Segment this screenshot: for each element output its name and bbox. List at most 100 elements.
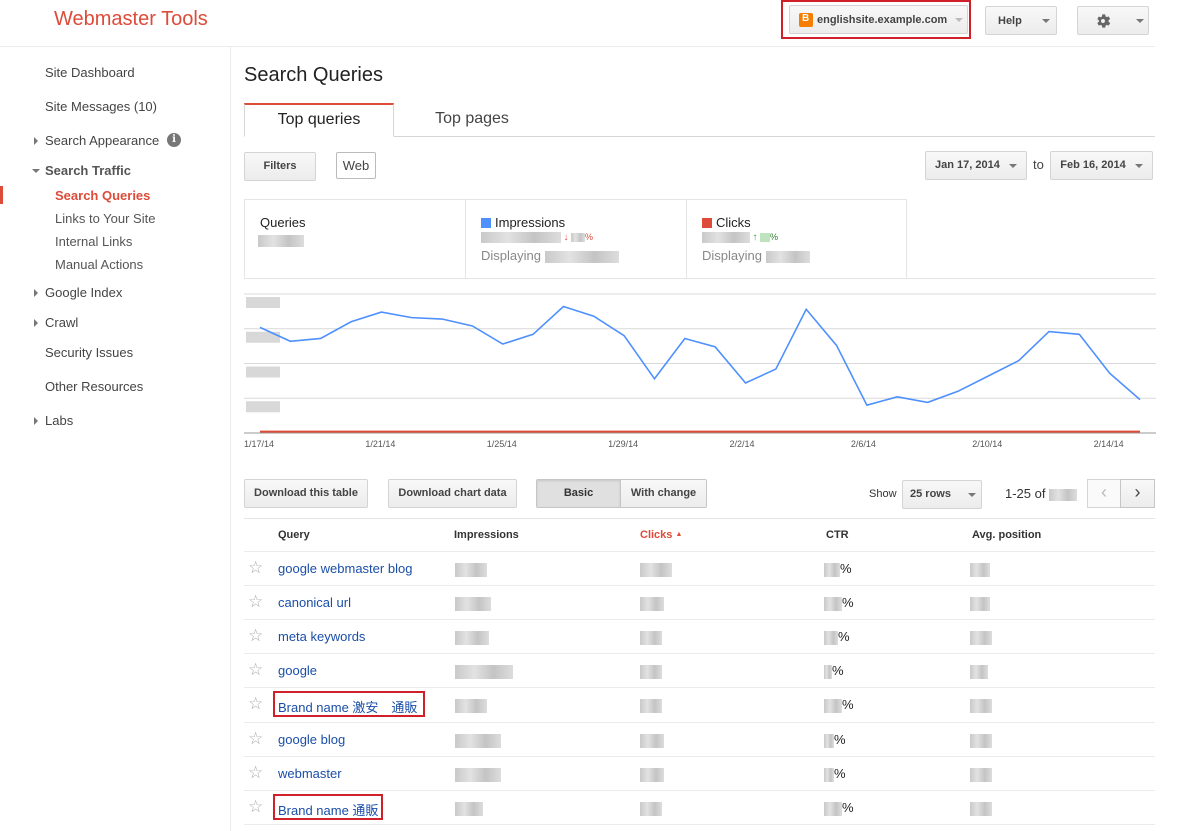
column-header-query[interactable]: Query xyxy=(278,529,310,541)
avg-position-cell xyxy=(970,766,992,782)
row-divider xyxy=(244,619,1155,620)
avg-position-cell xyxy=(970,561,990,577)
column-header-ctr[interactable]: CTR xyxy=(826,529,849,541)
query-link[interactable]: google blog xyxy=(278,732,345,747)
tab-top-pages[interactable]: Top pages xyxy=(394,103,550,137)
sidebar-item-google-index[interactable]: Google Index xyxy=(45,285,122,300)
stat-impressions[interactable]: Impressions ↓ % Displaying xyxy=(466,200,687,278)
ctr-percent: % xyxy=(834,732,846,747)
star-icon[interactable]: ☆ xyxy=(248,593,263,610)
pager-range: 1-25 of xyxy=(1005,486,1078,501)
column-header-impressions[interactable]: Impressions xyxy=(454,529,519,541)
query-link[interactable]: google webmaster blog xyxy=(278,561,412,576)
with-change-view-button[interactable]: With change xyxy=(621,480,706,507)
star-icon[interactable]: ☆ xyxy=(248,730,263,747)
clicks-swatch xyxy=(702,218,712,228)
info-icon[interactable]: i xyxy=(167,133,181,147)
settings-button[interactable] xyxy=(1077,6,1149,35)
avg-position-cell xyxy=(970,800,992,816)
sidebar-item-site-dashboard[interactable]: Site Dashboard xyxy=(45,65,135,80)
web-filter-chip[interactable]: Web xyxy=(336,152,376,179)
sidebar-item-other-resources[interactable]: Other Resources xyxy=(45,379,143,394)
table-top-divider xyxy=(244,518,1155,519)
sidebar-item-security-issues[interactable]: Security Issues xyxy=(45,345,133,360)
expand-arrow-icon[interactable] xyxy=(34,137,38,145)
pager-range-label: 1-25 of xyxy=(1005,486,1046,501)
impressions-cell xyxy=(455,697,487,713)
impressions-displaying-label: Displaying xyxy=(481,248,541,263)
sidebar-item-search-queries[interactable]: Search Queries xyxy=(55,188,150,203)
date-from-picker[interactable]: Jan 17, 2014 xyxy=(925,151,1027,180)
blogger-icon xyxy=(799,12,813,27)
next-page-button[interactable]: › xyxy=(1120,479,1155,508)
clicks-displaying-label: Displaying xyxy=(702,248,762,263)
star-icon[interactable]: ☆ xyxy=(248,559,263,576)
stat-queries[interactable]: Queries xyxy=(245,200,466,278)
stat-impressions-label: Impressions xyxy=(495,215,566,230)
column-header-avg-position[interactable]: Avg. position xyxy=(972,529,1041,541)
clicks-cell xyxy=(640,663,662,679)
avg-position-cell xyxy=(970,697,992,713)
star-icon[interactable]: ☆ xyxy=(248,627,263,644)
expand-arrow-icon[interactable] xyxy=(34,417,38,425)
expand-arrow-icon[interactable] xyxy=(34,319,38,327)
collapse-arrow-icon[interactable] xyxy=(32,169,40,173)
star-icon[interactable]: ☆ xyxy=(248,798,263,815)
row-divider xyxy=(244,551,1155,552)
sidebar-item-labs[interactable]: Labs xyxy=(45,413,73,428)
help-button[interactable]: Help xyxy=(985,6,1057,35)
avg-position-cell xyxy=(970,663,988,679)
x-tick-label: 2/10/14 xyxy=(972,439,1003,449)
ctr-percent: % xyxy=(834,766,846,781)
series-line-impressions xyxy=(259,305,1141,407)
star-icon[interactable]: ☆ xyxy=(248,661,263,678)
ctr-percent: % xyxy=(842,595,854,610)
site-selector-button[interactable]: englishsite.example.com xyxy=(789,5,968,34)
rows-per-page-select[interactable]: 25 rows xyxy=(902,480,982,509)
sidebar-item-links-to-your-site[interactable]: Links to Your Site xyxy=(55,211,155,226)
up-arrow-icon: ↑ xyxy=(752,232,758,243)
download-chart-button[interactable]: Download chart data xyxy=(388,479,517,508)
ctr-percent: % xyxy=(832,663,844,678)
expand-arrow-icon[interactable] xyxy=(34,289,38,297)
ctr-cell: % xyxy=(824,732,846,748)
stat-clicks[interactable]: Clicks ↑ % Displaying xyxy=(687,200,908,278)
query-link[interactable]: canonical url xyxy=(278,595,351,610)
ctr-percent: % xyxy=(840,561,852,576)
query-link[interactable]: google xyxy=(278,663,317,678)
tab-top-queries[interactable]: Top queries xyxy=(244,103,394,137)
page-title: Search Queries xyxy=(244,64,383,86)
impressions-cell xyxy=(455,766,501,782)
sidebar-item-manual-actions[interactable]: Manual Actions xyxy=(55,257,143,272)
x-tick-label: 2/2/14 xyxy=(729,439,755,449)
row-divider xyxy=(244,585,1155,586)
sidebar-item-site-messages[interactable]: Site Messages (10) xyxy=(45,99,157,114)
sidebar-item-crawl[interactable]: Crawl xyxy=(45,315,78,330)
down-arrow-icon: ↓ xyxy=(563,232,569,243)
query-link[interactable]: meta keywords xyxy=(278,629,365,644)
date-to-picker[interactable]: Feb 16, 2014 xyxy=(1050,151,1153,180)
star-icon[interactable]: ☆ xyxy=(248,695,263,712)
star-icon[interactable]: ☆ xyxy=(248,764,263,781)
x-tick-label: 2/6/14 xyxy=(850,439,876,449)
impressions-swatch xyxy=(481,218,491,228)
app-logo-title[interactable]: Webmaster Tools xyxy=(54,8,208,31)
stats-divider xyxy=(244,278,1155,279)
filters-button[interactable]: Filters xyxy=(244,152,316,181)
ctr-percent: % xyxy=(842,697,854,712)
basic-view-button[interactable]: Basic xyxy=(537,480,622,507)
ctr-cell: % xyxy=(824,697,854,713)
sidebar-item-search-traffic[interactable]: Search Traffic xyxy=(45,163,131,178)
stat-queries-value xyxy=(258,232,304,247)
sidebar-item-search-appearance[interactable]: Search Appearance xyxy=(45,133,159,148)
query-link[interactable]: webmaster xyxy=(278,766,342,781)
prev-page-button[interactable]: ‹ xyxy=(1087,479,1121,508)
chevron-left-icon: ‹ xyxy=(1101,482,1107,502)
row-divider xyxy=(244,756,1155,757)
sort-ascending-icon: ▲ xyxy=(675,531,683,538)
rows-per-page-label: 25 rows xyxy=(910,488,951,500)
sidebar-item-internal-links[interactable]: Internal Links xyxy=(55,234,132,249)
download-table-button[interactable]: Download this table xyxy=(244,479,368,508)
column-header-clicks[interactable]: Clicks ▲ xyxy=(640,529,682,541)
row-divider xyxy=(244,824,1155,825)
